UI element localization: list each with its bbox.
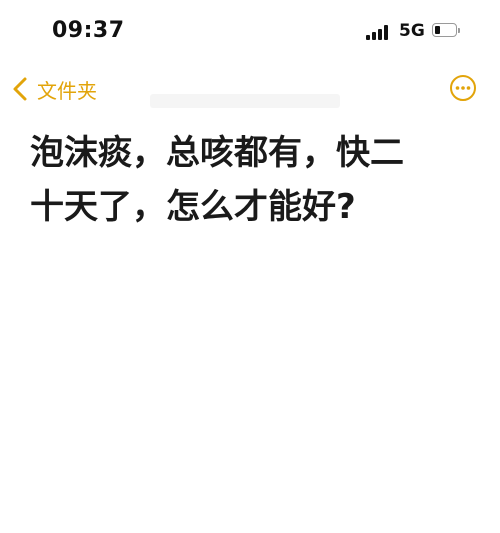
faded-title-strip xyxy=(150,94,340,108)
ellipsis-circle-icon[interactable] xyxy=(449,74,477,102)
note-text[interactable]: 泡沫痰，总咳都有，快二 十天了，怎么才能好? xyxy=(30,126,450,234)
notes-screen: 09:37 5G 文件夹 泡沫痰，总咳都有，快二 十天了，怎么才能好? xyxy=(0,0,500,533)
status-bar: 09:37 5G xyxy=(0,0,500,62)
cellular-signal-icon xyxy=(366,25,388,40)
battery-fill xyxy=(435,26,440,34)
status-time: 09:37 xyxy=(52,18,125,43)
back-label: 文件夹 xyxy=(37,78,97,103)
network-type: 5G xyxy=(399,21,425,41)
chevron-left-icon xyxy=(13,77,27,101)
back-button[interactable]: 文件夹 xyxy=(10,72,97,106)
battery-icon xyxy=(432,23,462,39)
